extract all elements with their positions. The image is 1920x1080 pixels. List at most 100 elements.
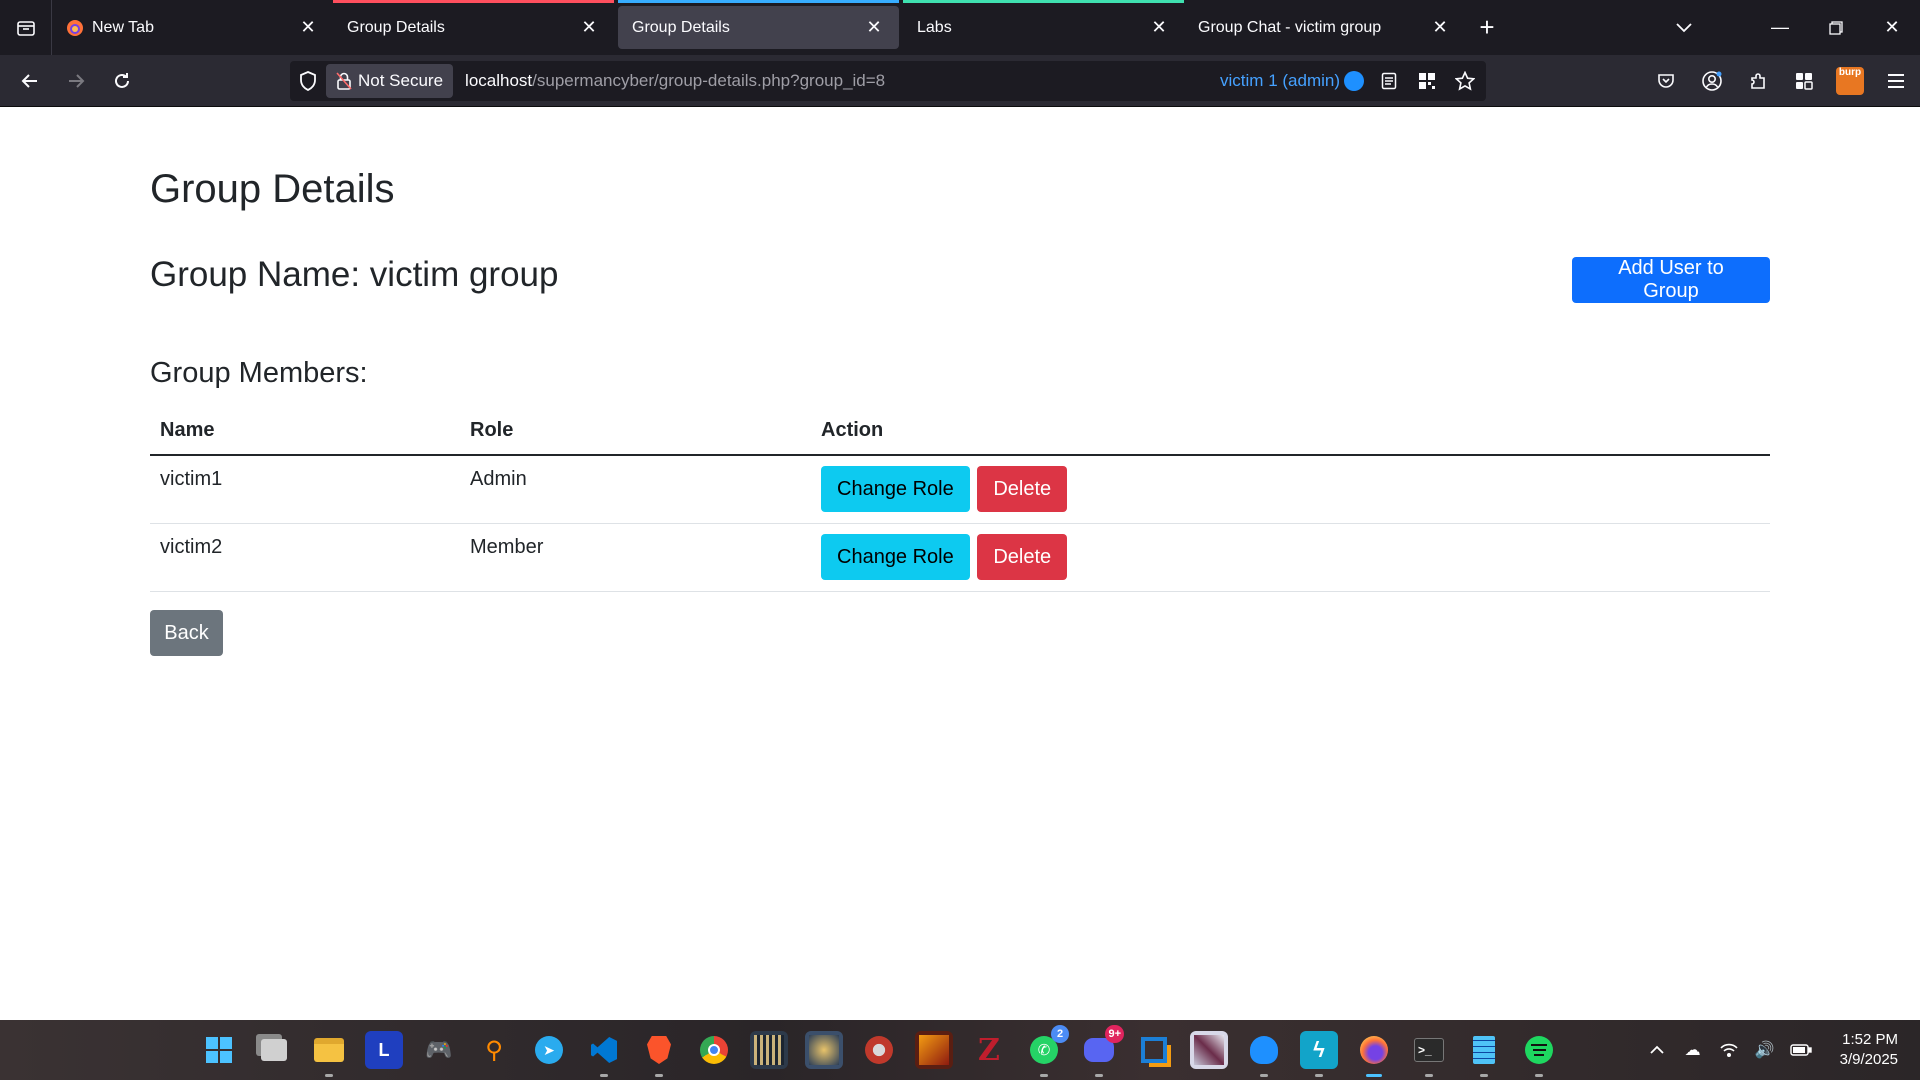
site-security-button[interactable]: Not Secure	[326, 64, 454, 98]
container-strip	[903, 0, 1184, 3]
filezilla-icon[interactable]: Z	[970, 1031, 1008, 1069]
l-app-icon[interactable]: L	[365, 1031, 403, 1069]
reader-view-button[interactable]	[1376, 68, 1402, 94]
change-role-button[interactable]: Change Role	[821, 466, 970, 513]
table-row: victim2 Member Change Role Delete	[150, 523, 1770, 592]
tab-new-tab[interactable]: New Tab ✕	[52, 0, 333, 55]
telegram-icon[interactable]: ➤	[530, 1031, 568, 1069]
tab-list-button[interactable]	[0, 0, 52, 55]
notification-badge: 9+	[1105, 1025, 1124, 1043]
bookmark-button[interactable]	[1452, 68, 1478, 94]
forward-nav-button[interactable]	[54, 59, 98, 103]
back-nav-button[interactable]	[8, 59, 52, 103]
delete-member-button[interactable]: Delete	[977, 534, 1068, 580]
notepad-icon[interactable]	[1465, 1031, 1503, 1077]
game-app-3-icon[interactable]	[915, 1031, 953, 1069]
restore-button[interactable]	[1808, 0, 1864, 55]
change-role-button[interactable]: Change Role	[821, 534, 970, 580]
puzzle-icon	[1751, 73, 1765, 89]
reload-button[interactable]	[100, 59, 144, 103]
minimize-button[interactable]: —	[1752, 0, 1808, 55]
account-button[interactable]	[1696, 65, 1728, 97]
wifi-icon[interactable]	[1718, 1039, 1740, 1061]
show-hidden-icons-button[interactable]	[1646, 1039, 1668, 1061]
brave-icon[interactable]	[640, 1031, 678, 1077]
burp-extension-button[interactable]: burp	[1834, 65, 1866, 97]
game-art	[754, 1035, 784, 1065]
virtualbox-shape	[1141, 1037, 1167, 1063]
tab-group-details-active[interactable]: Group Details ✕	[618, 0, 899, 49]
blue-app-icon[interactable]	[1245, 1031, 1283, 1077]
game-art	[809, 1035, 839, 1065]
new-tab-button[interactable]: +	[1465, 6, 1509, 50]
minimize-icon: —	[1771, 17, 1789, 37]
discord-icon[interactable]: 9+	[1080, 1025, 1124, 1077]
battery-icon[interactable]	[1789, 1039, 1812, 1061]
clock[interactable]: 1:52 PM 3/9/2025	[1840, 1030, 1898, 1070]
container-indicator[interactable]: victim 1 (admin)	[1220, 71, 1364, 91]
system-tray: ☁ 🔊 1:52 PM 3/9/2025	[1646, 1020, 1920, 1080]
tab-labs[interactable]: Labs ✕	[903, 0, 1184, 55]
delete-member-button[interactable]: Delete	[977, 466, 1068, 513]
url-text[interactable]: localhost/supermancyber/group-details.ph…	[465, 71, 885, 91]
pocket-button[interactable]	[1650, 65, 1682, 97]
chrome-shape	[700, 1036, 728, 1064]
search-app-icon[interactable]: ⚲	[475, 1031, 513, 1069]
list-all-tabs-button[interactable]	[1656, 0, 1712, 55]
close-icon[interactable]: ✕	[863, 17, 885, 39]
firefox-icon	[1360, 1036, 1388, 1064]
running-indicator	[1535, 1074, 1543, 1077]
arrow-right-icon	[69, 73, 85, 88]
file-explorer-icon[interactable]	[310, 1031, 348, 1077]
close-icon[interactable]: ✕	[578, 17, 600, 39]
whatsapp-icon[interactable]: ✆ 2	[1025, 1025, 1069, 1077]
task-view-icon[interactable]	[255, 1031, 293, 1069]
spotify-icon[interactable]	[1520, 1031, 1558, 1077]
back-button[interactable]: Back	[150, 610, 223, 656]
shield-icon	[300, 71, 316, 91]
windows-start-icon[interactable]	[200, 1031, 238, 1069]
qr-code-button[interactable]	[1414, 68, 1440, 94]
red-app-icon[interactable]	[860, 1031, 898, 1069]
extensions-button[interactable]	[1742, 65, 1774, 97]
add-user-to-group-button[interactable]: Add User to Group	[1572, 257, 1770, 303]
game-app-1-icon[interactable]	[750, 1031, 788, 1069]
volume-icon[interactable]: 🔊	[1754, 1039, 1776, 1061]
windows-logo-icon	[206, 1037, 232, 1063]
vscode-icon[interactable]	[585, 1031, 623, 1077]
star-icon	[1455, 71, 1475, 91]
spotify-wave	[1531, 1044, 1547, 1046]
virtualbox-icon[interactable]	[1135, 1031, 1173, 1069]
game-app-4-icon[interactable]	[1190, 1031, 1228, 1069]
folder-shape	[314, 1038, 344, 1062]
table-row: victim1 Admin Change Role Delete	[150, 455, 1770, 524]
chevron-up-icon	[1649, 1045, 1664, 1054]
close-window-button[interactable]: ✕	[1864, 0, 1920, 55]
terminal-icon[interactable]: >_	[1410, 1031, 1448, 1077]
tab-group-chat[interactable]: Group Chat - victim group ✕	[1184, 0, 1465, 55]
menu-button[interactable]	[1880, 65, 1912, 97]
plus-icon: +	[1479, 12, 1495, 42]
taskbar-apps: L 🎮 ⚲ ➤ Z ✆ 2 9+ ϟ >_	[200, 1020, 1558, 1080]
container-tabs-button[interactable]	[1788, 65, 1820, 97]
chrome-icon[interactable]	[695, 1031, 733, 1069]
tracking-protection-button[interactable]	[290, 71, 326, 91]
restore-icon	[1829, 20, 1843, 35]
bolt-app-icon[interactable]: ϟ	[1300, 1031, 1338, 1077]
member-name: victim1	[150, 455, 460, 524]
game-controller-icon[interactable]: 🎮	[420, 1031, 458, 1069]
running-indicator	[1040, 1074, 1048, 1077]
close-icon[interactable]: ✕	[1429, 17, 1451, 39]
close-icon[interactable]: ✕	[1148, 17, 1170, 39]
page-content: Group Details Group Name: victim group A…	[0, 107, 1920, 1020]
firefox-taskbar-icon[interactable]	[1355, 1031, 1393, 1077]
close-icon[interactable]: ✕	[297, 17, 319, 39]
column-header-name: Name	[150, 411, 460, 456]
address-bar[interactable]: Not Secure localhost/supermancyber/group…	[290, 61, 1486, 101]
running-indicator	[1095, 1074, 1103, 1077]
task-view-shape	[261, 1039, 287, 1061]
tab-group-details-1[interactable]: Group Details ✕	[333, 0, 614, 55]
game-app-2-icon[interactable]	[805, 1031, 843, 1069]
onedrive-icon[interactable]: ☁	[1682, 1039, 1704, 1061]
page-title: Group Details	[150, 167, 395, 211]
